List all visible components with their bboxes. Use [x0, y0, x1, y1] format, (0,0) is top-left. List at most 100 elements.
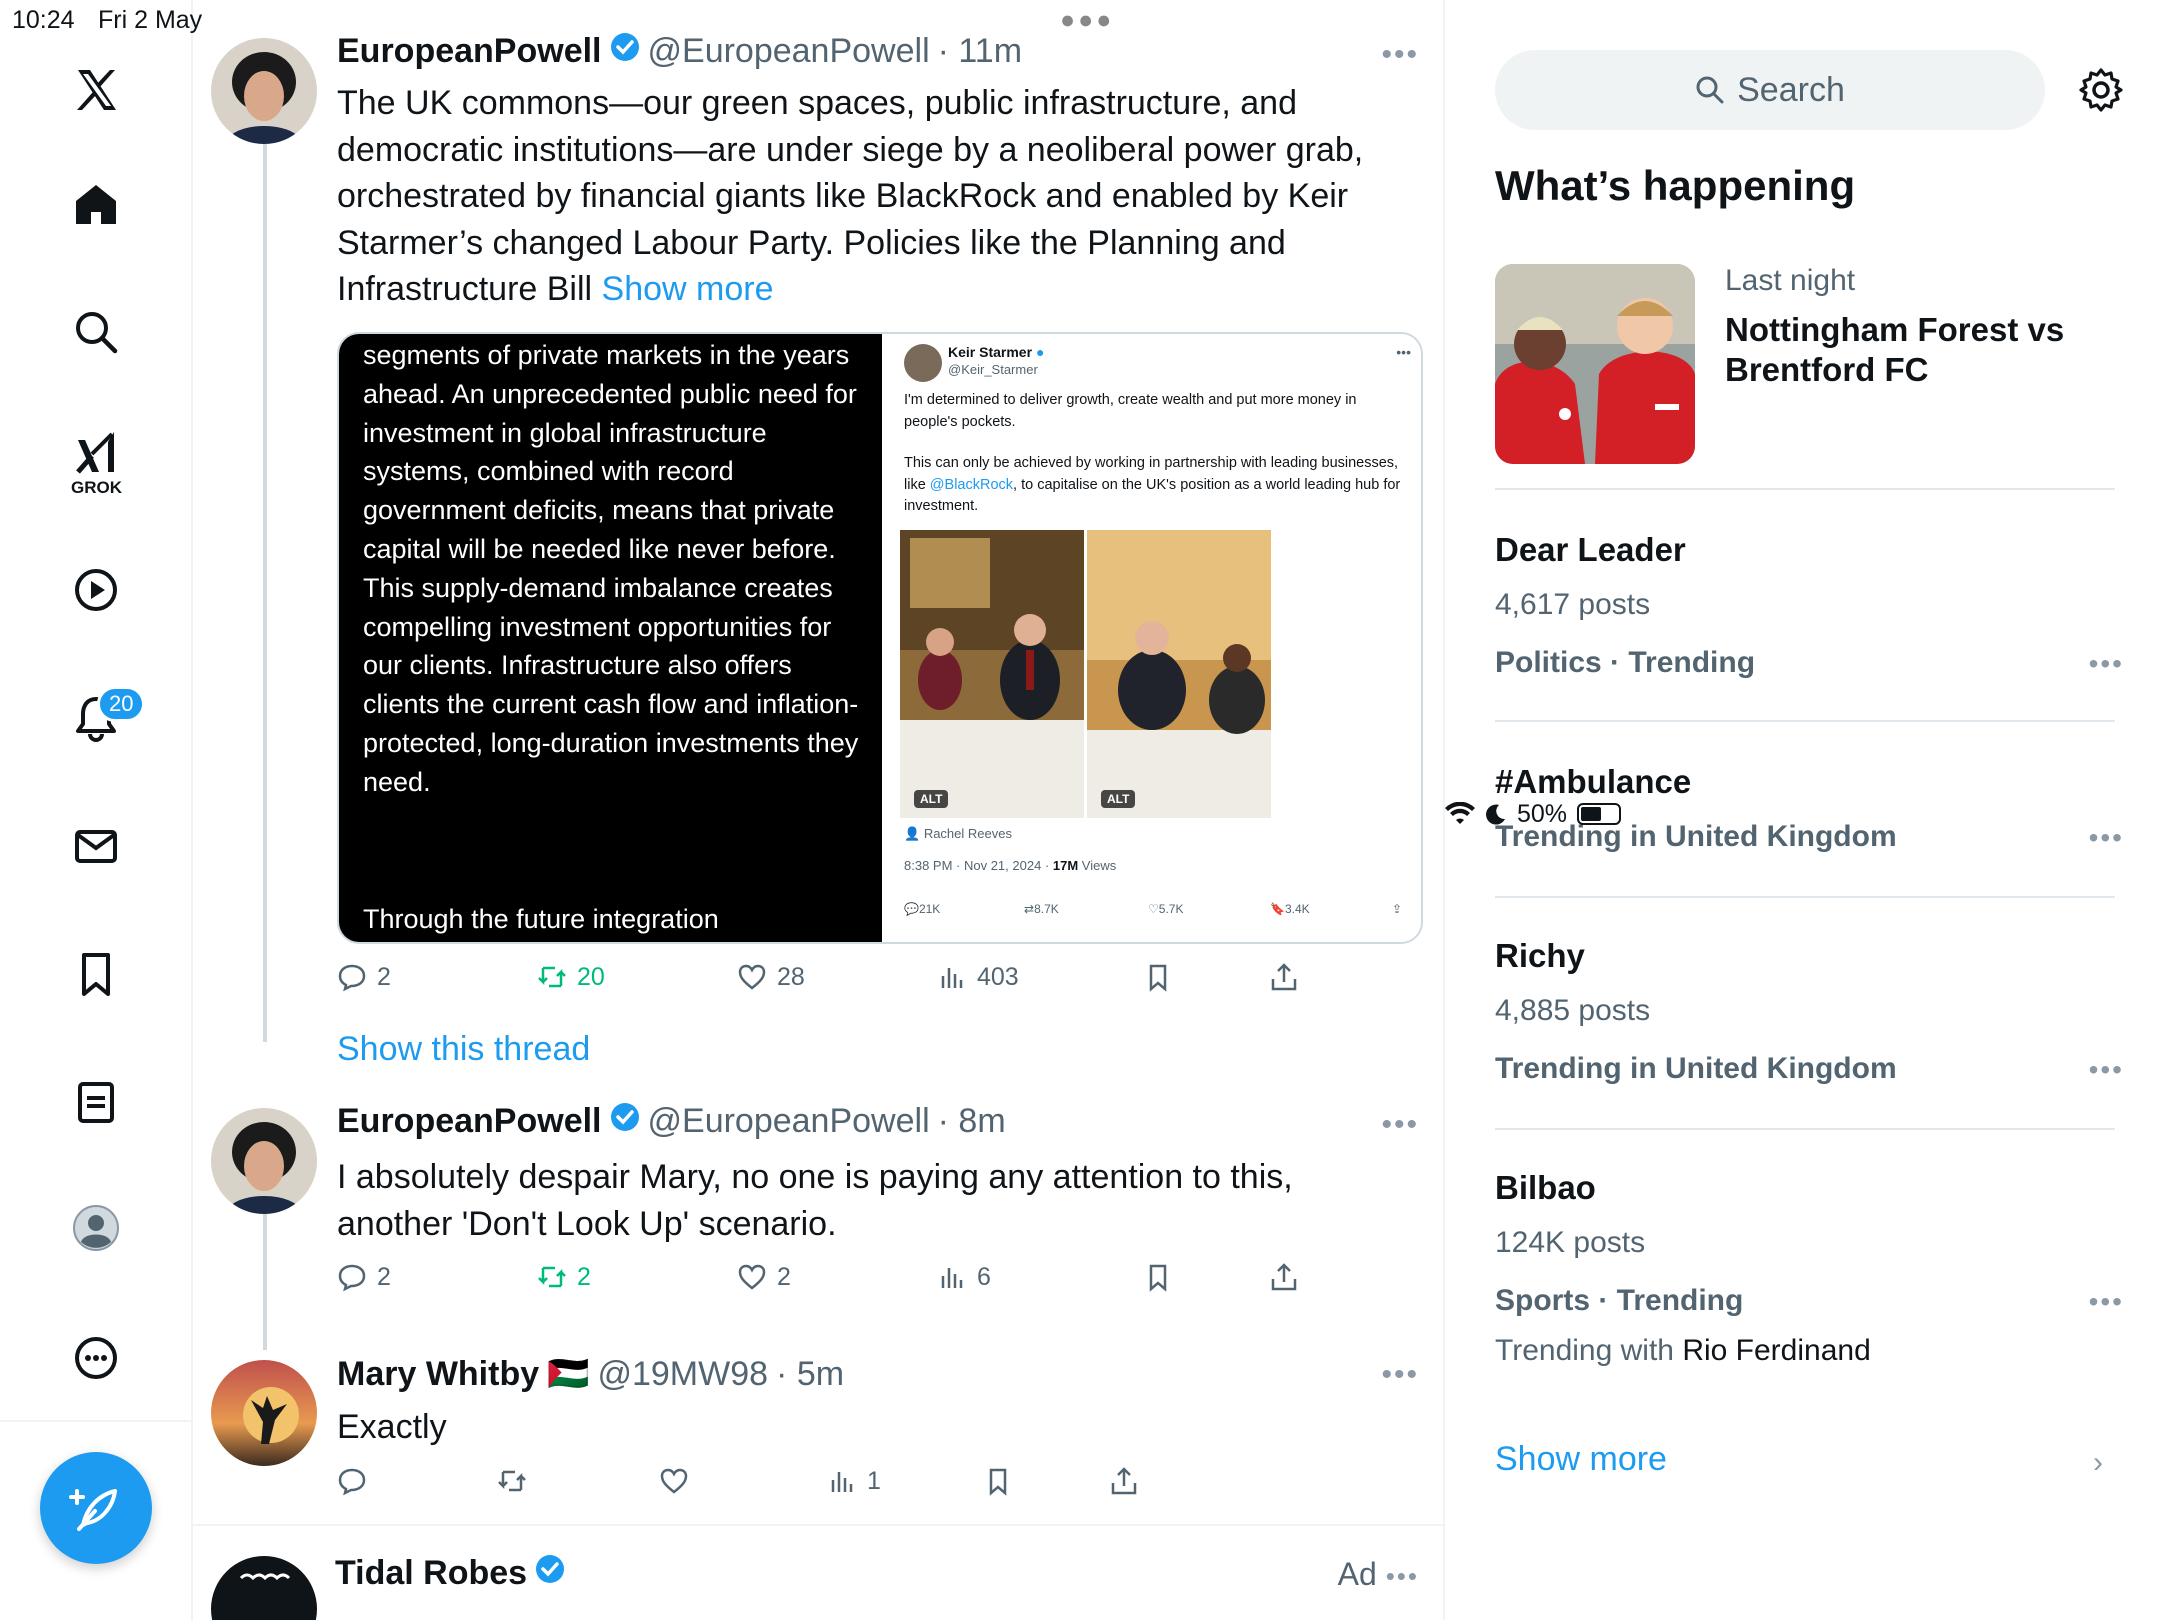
author-handle[interactable]: @EuropeanPowell	[648, 1102, 930, 1141]
views-chart-icon	[831, 1472, 853, 1492]
author-name[interactable]: Mary Whitby	[337, 1355, 539, 1394]
grok-icon[interactable]	[68, 424, 124, 480]
retweet-button[interactable]: 20	[537, 962, 605, 992]
search-icon[interactable]	[68, 304, 124, 360]
multitasking-handle[interactable]: ●●●	[1060, 6, 1114, 35]
author-name[interactable]: Tidal Robes	[335, 1554, 527, 1593]
status-time: 10:24	[12, 6, 75, 34]
bookmark-button[interactable]	[983, 1466, 1013, 1496]
show-thread-link[interactable]: Show this thread	[337, 1030, 590, 1069]
tweet-body: I absolutely despair Mary, no one is pay…	[337, 1158, 1293, 1243]
tweet-header: Tidal Robes	[335, 1554, 565, 1593]
share-button[interactable]	[1269, 1262, 1299, 1292]
media-image-quoted-post[interactable]: Keir Starmer ● @Keir_Starmer ••• I'm det…	[882, 334, 1421, 942]
retweet-icon	[538, 1266, 566, 1288]
show-more-link[interactable]: Show more	[602, 270, 774, 308]
status-right: 50%	[1445, 4, 2160, 1620]
avatar-europeanpowell[interactable]	[211, 1108, 317, 1214]
bookmark-button[interactable]	[1143, 1262, 1173, 1292]
quoted-photo-meeting-left: ALT	[900, 530, 1084, 818]
share-icon	[1271, 1263, 1297, 1291]
views-chart-icon	[941, 968, 963, 988]
tweet-more-icon[interactable]: •••	[1381, 1108, 1419, 1142]
compose-post-button[interactable]	[40, 1452, 152, 1564]
compose-feather-icon	[69, 1489, 117, 1531]
tweet-media[interactable]: segments of private markets in the years…	[337, 332, 1423, 944]
quoted-author-handle: @Keir_Starmer	[948, 362, 1038, 377]
bookmark-icon	[989, 1468, 1007, 1496]
quoted-more-icon: •••	[1396, 344, 1411, 360]
like-button[interactable]: 28	[737, 962, 805, 992]
tweet-actions: 2 2 2 6	[337, 1262, 1337, 1302]
status-bar: 10:24 Fri 2 May ●●● 50%	[0, 0, 2160, 828]
quoted-text: I'm determined to deliver growth, create…	[904, 392, 1401, 514]
thread-connector	[263, 142, 267, 1042]
tweet-divider	[193, 1524, 1443, 1526]
ad-label: Ad •••	[1337, 1556, 1419, 1592]
bookmark-button[interactable]	[1143, 962, 1173, 992]
views-button[interactable]: 1	[827, 1466, 881, 1496]
home-icon[interactable]	[68, 176, 124, 232]
retweet-button[interactable]	[497, 1466, 527, 1496]
verified-badge-icon	[610, 1103, 639, 1131]
image-text-block: segments of private markets in the years…	[363, 340, 859, 797]
tweet-body: The UK commons—our green spaces, public …	[337, 84, 1364, 308]
share-button[interactable]	[1269, 962, 1299, 992]
tweet-time[interactable]: · 5m	[776, 1355, 844, 1394]
tweet-more-icon[interactable]: •••	[1381, 38, 1419, 72]
media-image-text-screenshot[interactable]: segments of private markets in the years…	[339, 334, 882, 942]
tweet-header: Mary Whitby 🇵🇸 @19MW98 · 5m	[337, 1354, 844, 1394]
tweet-header: EuropeanPowell @EuropeanPowell · 8m	[337, 1102, 1006, 1141]
like-button[interactable]	[659, 1466, 689, 1496]
battery-percent: 50%	[1517, 799, 1568, 828]
avatar-mary-whitby[interactable]	[211, 1360, 317, 1466]
lists-icon[interactable]	[68, 1074, 124, 1130]
avatar-europeanpowell[interactable]	[211, 38, 317, 144]
author-name[interactable]: EuropeanPowell	[337, 1102, 602, 1141]
retweet-button[interactable]: 2	[537, 1262, 591, 1292]
left-navigation: GROK 20	[0, 0, 193, 1620]
more-options-icon[interactable]	[68, 1330, 124, 1386]
quoted-author-name: Keir Starmer ●	[948, 344, 1045, 360]
reply-button[interactable]: 2	[337, 1262, 391, 1292]
grok-label: GROK	[71, 478, 122, 497]
video-play-icon[interactable]	[68, 562, 124, 618]
profile-avatar-icon[interactable]	[68, 1200, 124, 1256]
quoted-photo-credit: 👤 Rachel Reeves	[904, 826, 1012, 841]
wifi-icon	[1445, 802, 1475, 824]
author-handle[interactable]: @19MW98	[597, 1355, 768, 1394]
bookmark-icon	[1149, 964, 1167, 992]
reply-button[interactable]: 2	[337, 962, 391, 992]
tweet-more-icon[interactable]: •••	[1381, 1358, 1419, 1392]
reply-button[interactable]	[337, 1466, 367, 1496]
retweet-icon	[538, 966, 566, 988]
heart-icon	[660, 1468, 688, 1494]
bookmark-icon	[1149, 1264, 1167, 1292]
alt-badge: ALT	[1101, 790, 1136, 808]
tweet-time[interactable]: · 8m	[938, 1102, 1006, 1141]
quoted-meta: 8:38 PM · Nov 21, 2024 · 17M Views	[904, 858, 1117, 873]
views-button[interactable]: 403	[937, 962, 1019, 992]
reply-icon	[338, 964, 366, 992]
share-icon	[1271, 963, 1297, 991]
heart-icon	[738, 964, 766, 990]
views-button[interactable]: 6	[937, 1262, 991, 1292]
tweet-more-icon[interactable]: •••	[1386, 1561, 1419, 1591]
thread-connector	[263, 1210, 267, 1350]
moon-icon	[1486, 804, 1505, 825]
retweet-icon	[498, 1470, 526, 1492]
heart-icon	[738, 1264, 766, 1290]
avatar-tidal-robes[interactable]	[211, 1556, 317, 1620]
reply-icon	[338, 1468, 366, 1496]
image-text-continuation: Through the future integration	[363, 904, 719, 934]
quoted-photo-meeting-right: ALT	[1087, 530, 1271, 818]
notifications-badge: 20	[97, 686, 146, 722]
like-button[interactable]: 2	[737, 1262, 791, 1292]
status-date: Fri 2 May	[98, 6, 203, 34]
bookmarks-icon[interactable]	[68, 946, 124, 1002]
messages-envelope-icon[interactable]	[68, 818, 124, 874]
tweet-actions: 2 20 28 403	[337, 962, 1337, 1002]
battery-icon	[1577, 803, 1622, 825]
share-button[interactable]	[1109, 1466, 1139, 1496]
x-logo-icon[interactable]	[68, 62, 124, 118]
